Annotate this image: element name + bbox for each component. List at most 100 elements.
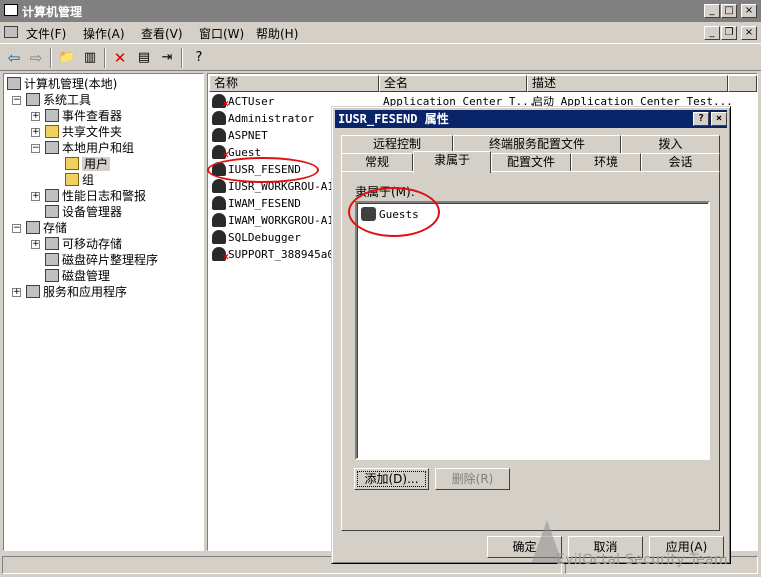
table-row[interactable]: SUPPORT_388945a0 [212,246,334,265]
collapse-icon[interactable]: − [12,224,21,233]
computer-management-icon [4,4,18,16]
tree-label: 计算机管理(本地) [24,77,118,91]
remove-button[interactable]: 删除(R) [435,468,510,490]
user-name: Administrator [228,112,315,125]
performance-icon [45,189,59,202]
user-name: ACTUser [228,95,275,108]
tree-node-groups[interactable]: 组 [65,172,94,188]
user-disabled-icon [212,94,229,112]
menu-help[interactable]: 帮助(H) [256,25,298,42]
menu-view[interactable]: 查看(V) [141,25,183,42]
user-name: IWAM_WORKGROU-A16 [228,214,341,227]
tree-node-disk-management[interactable]: 磁盘管理 [45,268,110,284]
tree-label: 服务和应用程序 [43,285,128,299]
defrag-icon [45,253,59,266]
delete-icon[interactable]: ✕ [110,48,130,68]
tree-label: 性能日志和警报 [62,189,147,203]
tree-label: 组 [82,173,95,187]
back-arrow-icon[interactable]: ⇦ [4,48,24,68]
tree-label: 磁盘管理 [62,269,111,283]
user-icon [212,230,226,244]
properties-dialog: IUSR_FESEND 属性 ? × 远程控制 终端服务配置文件 拨入 常规 隶… [331,106,731,564]
add-button[interactable]: 添加(D)... [354,468,429,490]
tree-node-local-users[interactable]: 本地用户和组 [45,140,134,156]
user-name: SUPPORT_388945a0 [228,248,334,261]
tree-node-perf-logs[interactable]: 性能日志和警报 [45,188,146,204]
collapse-icon[interactable]: − [12,96,21,105]
toolbar: ⇦ ⇨ 📁 ▥ ✕ ▤ ⇥ ? [0,43,761,71]
show-hide-tree-icon[interactable]: ▥ [80,48,100,68]
maximize-button[interactable]: □ [721,4,737,18]
column-header-name[interactable]: 名称 [209,75,379,92]
collapse-icon[interactable]: − [31,144,40,153]
tree-node-root[interactable]: 计算机管理(本地) [7,76,117,92]
tree-node-defrag[interactable]: 磁盘碎片整理程序 [45,252,158,268]
tree-node-shared-folders[interactable]: 共享文件夹 [45,124,122,140]
up-folder-icon[interactable]: 📁 [57,48,77,68]
help-button[interactable]: ? [693,112,709,126]
disk-management-icon [45,269,59,282]
dialog-close-button[interactable]: × [711,112,727,126]
window-title: 计算机管理 [22,5,83,19]
menu-window[interactable]: 窗口(W) [199,25,244,42]
system-menu-icon[interactable] [4,26,18,38]
help-icon[interactable]: ? [189,48,209,68]
column-header-fullname[interactable]: 全名 [379,75,527,92]
close-button[interactable]: × [741,4,757,18]
export-list-icon[interactable]: ⇥ [157,48,177,68]
tab-dial-in[interactable]: 拨入 [621,135,720,153]
tree-label: 本地用户和组 [62,141,135,155]
tree-node-system-tools[interactable]: 系统工具 [26,92,91,108]
user-disabled-icon [212,145,229,163]
tree-node-services-apps[interactable]: 服务和应用程序 [26,284,127,300]
expand-icon[interactable]: + [31,112,40,121]
watermark-text: EvilOctal Security Team [556,552,728,568]
tab-environment[interactable]: 环境 [571,153,641,171]
properties-icon[interactable]: ▤ [134,48,154,68]
tab-member-of[interactable]: 隶属于 [413,151,491,173]
device-manager-icon [45,205,59,218]
column-header-description[interactable]: 描述 [527,75,728,92]
expand-icon[interactable]: + [31,192,40,201]
tree-node-storage[interactable]: 存储 [26,220,67,236]
mdi-minimize-button[interactable]: _ [704,26,720,40]
expand-icon[interactable]: + [31,128,40,137]
tab-profile[interactable]: 配置文件 [491,153,571,171]
tab-general[interactable]: 常规 [341,153,413,171]
mdi-close-button[interactable]: × [741,26,757,40]
tree-node-users[interactable]: 用户 [65,156,111,172]
highlight-circle [207,157,319,183]
user-name: SQLDebugger [228,231,301,244]
tree-label: 磁盘碎片整理程序 [62,253,159,267]
folder-icon [65,173,79,186]
mdi-restore-button[interactable]: ❐ [721,26,737,40]
menu-action[interactable]: 操作(A) [83,25,125,42]
expand-icon[interactable]: + [12,288,21,297]
minimize-button[interactable]: _ [704,4,720,18]
user-icon [212,213,226,227]
tab-sessions[interactable]: 会话 [641,153,720,171]
console-tree: 计算机管理(本地) − 系统工具 + 事件查看器 + 共享文件夹 − 本地用户和… [3,73,204,551]
event-viewer-icon [45,109,59,122]
tree-label: 可移动存储 [62,237,123,251]
user-name: IWAM_FESEND [228,197,301,210]
tree-node-event-viewer[interactable]: 事件查看器 [45,108,122,124]
services-icon [26,285,40,298]
table-row[interactable]: SQLDebugger [212,229,301,246]
table-row[interactable]: IWAM_FESEND [212,195,301,212]
tree-label: 存储 [43,221,68,235]
dialog-titlebar: IUSR_FESEND 属性 ? × [335,110,727,128]
table-row[interactable]: ASPNET [212,127,268,144]
table-row[interactable]: IWAM_WORKGROU-A16 [212,212,341,229]
expand-icon[interactable]: + [31,240,40,249]
removable-storage-icon [45,237,59,250]
users-groups-icon [45,141,59,154]
tree-node-device-manager[interactable]: 设备管理器 [45,204,122,220]
groups-listbox[interactable]: Guests [355,201,710,460]
menu-file[interactable]: 文件(F) [26,25,66,42]
table-row[interactable]: Administrator [212,110,314,127]
forward-arrow-icon[interactable]: ⇨ [26,48,46,68]
column-header-filler [728,75,757,92]
tree-node-removable-storage[interactable]: 可移动存储 [45,236,122,252]
user-icon [212,128,226,142]
